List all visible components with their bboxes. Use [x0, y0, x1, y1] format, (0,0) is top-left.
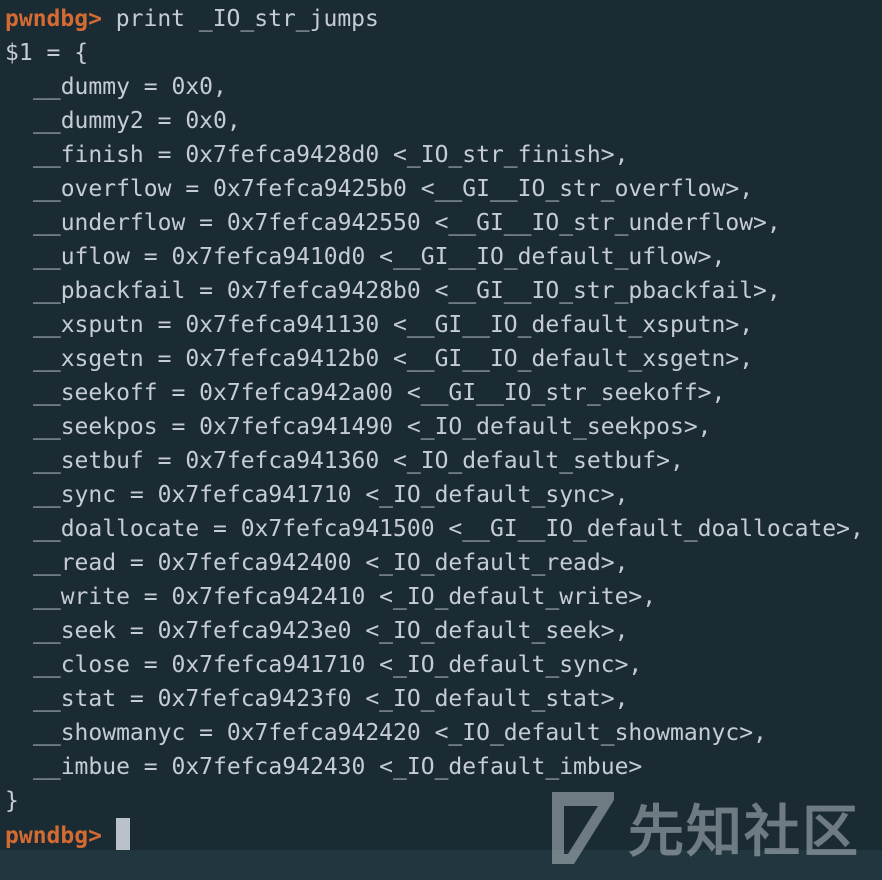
terminal-window[interactable]: pwndbg> print _IO_str_jumps $1 = { __dum… — [0, 0, 882, 880]
output-line: __seekpos = 0x7fefca941490 <_IO_default_… — [33, 414, 712, 440]
text-cursor — [115, 818, 130, 850]
watermark: 先知社区 — [550, 792, 860, 874]
current-prompt: pwndbg> — [5, 823, 102, 849]
watermark-text: 先知社区 — [628, 800, 860, 865]
output-line: __xsgetn = 0x7fefca9412b0 <__GI__IO_defa… — [33, 346, 754, 372]
output-line: __stat = 0x7fefca9423f0 <_IO_default_sta… — [33, 686, 629, 712]
output-line: __close = 0x7fefca941710 <_IO_default_sy… — [33, 652, 643, 678]
command-line: pwndbg> print _IO_str_jumps — [5, 2, 882, 36]
output-line: __xsputn = 0x7fefca941130 <__GI__IO_defa… — [33, 312, 754, 338]
command-text: print _IO_str_jumps — [101, 6, 379, 32]
output-line: __showmanyc = 0x7fefca942420 <_IO_defaul… — [33, 720, 767, 746]
output-line: __overflow = 0x7fefca9425b0 <__GI__IO_st… — [33, 176, 754, 202]
output-line: __underflow = 0x7fefca942550 <__GI__IO_s… — [33, 210, 781, 236]
output-line: __pbackfail = 0x7fefca9428b0 <__GI__IO_s… — [33, 278, 781, 304]
xianzhi-logo-icon — [550, 792, 614, 874]
output-line: __read = 0x7fefca942400 <_IO_default_rea… — [33, 550, 629, 576]
output-line: __doallocate = 0x7fefca941500 <__GI__IO_… — [33, 516, 864, 542]
output-line: __setbuf = 0x7fefca941360 <_IO_default_s… — [33, 448, 684, 474]
output-line: __write = 0x7fefca942410 <_IO_default_wr… — [33, 584, 657, 610]
output-line: __seek = 0x7fefca9423e0 <_IO_default_see… — [33, 618, 629, 644]
prompt: pwndbg> — [5, 6, 102, 32]
output-line: __finish = 0x7fefca9428d0 <_IO_str_finis… — [33, 142, 629, 168]
output-line: __imbue = 0x7fefca942430 <_IO_default_im… — [33, 754, 643, 780]
output-line: __dummy = 0x0, — [33, 74, 227, 100]
output-line: __uflow = 0x7fefca9410d0 <__GI__IO_defau… — [33, 244, 726, 270]
output-line: __seekoff = 0x7fefca942a00 <__GI__IO_str… — [33, 380, 726, 406]
output-line: __dummy2 = 0x0, — [33, 108, 241, 134]
output-line: __sync = 0x7fefca941710 <_IO_default_syn… — [33, 482, 629, 508]
result-open: $1 = { — [5, 40, 89, 66]
